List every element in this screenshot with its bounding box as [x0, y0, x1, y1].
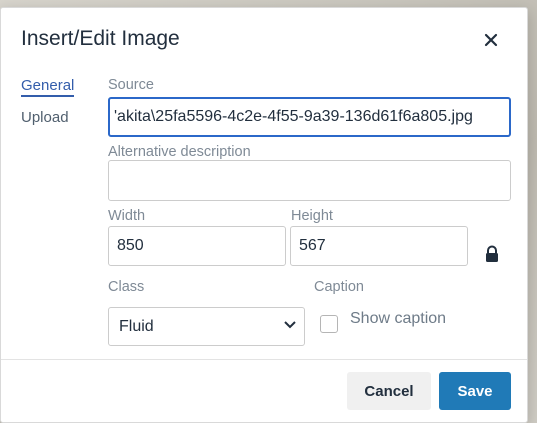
alt-description-input[interactable]: [108, 160, 511, 201]
cancel-button[interactable]: Cancel: [347, 372, 431, 410]
source-input-value: 'akita\25fa5596-4c2e-4f55-9a39-136d61f6a…: [114, 108, 473, 125]
dialog-title: Insert/Edit Image: [21, 27, 180, 50]
show-caption-label[interactable]: Show caption: [350, 310, 446, 328]
caption-label: Caption: [314, 279, 364, 295]
width-input[interactable]: 850: [108, 226, 286, 266]
close-button[interactable]: [477, 26, 505, 54]
insert-edit-image-dialog: Insert/Edit Image General Upload Source …: [0, 7, 528, 423]
height-label: Height: [291, 208, 333, 224]
close-icon: [484, 33, 498, 47]
source-input[interactable]: 'akita\25fa5596-4c2e-4f55-9a39-136d61f6a…: [108, 97, 511, 137]
show-caption-checkbox[interactable]: [320, 315, 338, 333]
alt-description-label: Alternative description: [108, 144, 251, 160]
height-input[interactable]: 567: [290, 226, 468, 266]
width-label: Width: [108, 208, 146, 224]
class-label: Class: [108, 279, 145, 295]
save-button[interactable]: Save: [439, 372, 511, 410]
class-select-value: Fluid: [119, 318, 154, 335]
class-select[interactable]: Fluid: [108, 307, 305, 346]
source-label: Source: [108, 77, 154, 93]
chevron-down-icon: [284, 321, 296, 329]
lock-icon[interactable]: [484, 245, 500, 263]
tab-general[interactable]: General: [21, 77, 75, 97]
tab-upload[interactable]: Upload: [21, 109, 69, 126]
footer-divider: [1, 359, 527, 360]
